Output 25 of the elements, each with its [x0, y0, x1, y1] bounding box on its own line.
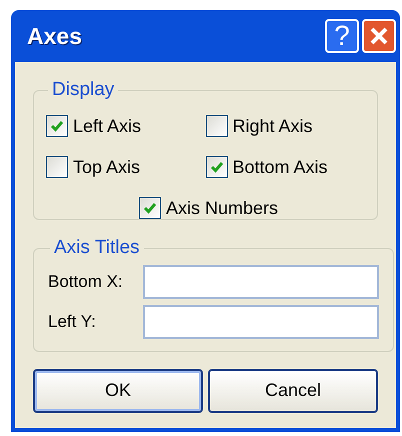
window-title: Axes	[27, 22, 82, 51]
close-icon	[369, 26, 389, 46]
help-button[interactable]: ?	[325, 19, 359, 53]
checkbox[interactable]	[46, 156, 68, 178]
group-title: Display	[51, 78, 116, 102]
checkbox-label: Bottom Axis	[232, 156, 328, 178]
checkbox[interactable]	[206, 156, 228, 178]
input-field[interactable]	[143, 264, 379, 298]
cancel-button[interactable]: Cancel	[208, 368, 378, 412]
checkbox-label: Left Axis	[73, 114, 142, 138]
check-icon	[142, 202, 157, 214]
field-label: Left Y:	[48, 310, 97, 333]
close-button[interactable]	[362, 19, 396, 53]
checkbox[interactable]	[206, 115, 228, 137]
check-icon	[50, 120, 64, 132]
ok-button[interactable]: OK	[33, 368, 203, 412]
checkbox-label: Axis Numbers	[166, 196, 278, 220]
checkbox[interactable]	[46, 115, 68, 137]
field-label: Bottom X:	[48, 270, 124, 293]
checkbox-label: Right Axis	[232, 114, 313, 138]
input-field[interactable]	[143, 304, 379, 338]
checkbox-label: Top Axis	[73, 156, 140, 179]
checkbox[interactable]	[138, 197, 161, 219]
check-icon	[210, 161, 224, 173]
group-title: Axis Titles	[53, 236, 141, 260]
